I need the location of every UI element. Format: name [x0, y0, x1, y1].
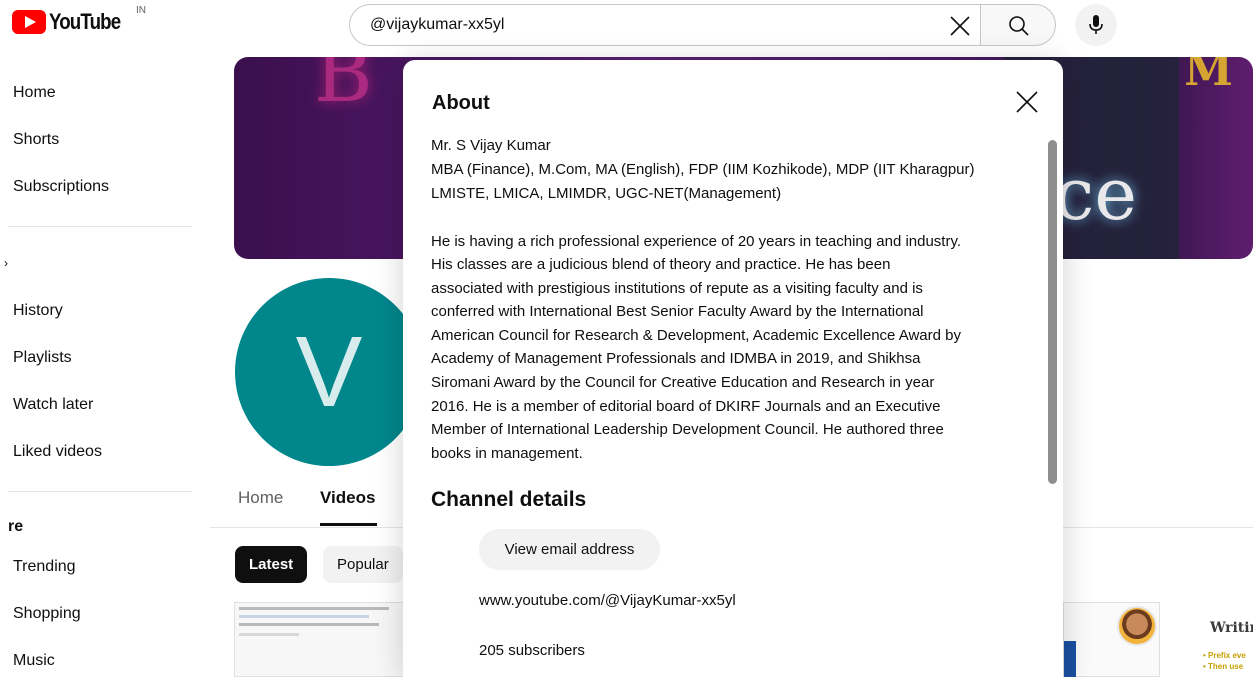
- channel-url[interactable]: www.youtube.com/@VijayKumar-xx5yl: [479, 592, 736, 609]
- youtube-logo[interactable]: YouTube IN: [12, 5, 146, 35]
- description-line: associated with prestigious institutions…: [431, 280, 923, 297]
- search-query[interactable]: @vijaykumar-xx5yl: [370, 16, 504, 34]
- dialog-scrollbar[interactable]: [1048, 140, 1057, 484]
- sidebar-item-home[interactable]: Home: [0, 73, 200, 113]
- sidebar-item-liked-videos[interactable]: Liked videos: [0, 432, 200, 472]
- active-tab-indicator: [320, 523, 377, 526]
- chevron-right-icon[interactable]: ›: [4, 256, 8, 270]
- chip-popular[interactable]: Popular: [323, 546, 403, 583]
- description-line: LMISTE, LMICA, LMIMDR, UGC-NET(Managemen…: [431, 185, 782, 202]
- sidebar-item-shopping[interactable]: Shopping: [0, 594, 200, 634]
- sidebar-item-playlists[interactable]: Playlists: [0, 338, 200, 378]
- voice-search-button[interactable]: [1075, 4, 1117, 46]
- tab-videos[interactable]: Videos: [320, 488, 375, 508]
- thumbnail-text: • Then use: [1203, 662, 1244, 671]
- video-thumbnail[interactable]: Writir • Prefix eve • Then use: [1180, 602, 1253, 677]
- sidebar-item-subscriptions[interactable]: Subscriptions: [0, 167, 200, 207]
- top-bar: YouTube IN @vijaykumar-xx5yl: [0, 0, 1253, 50]
- thumbnail-text: • Prefix eve: [1203, 651, 1246, 660]
- chip-latest[interactable]: Latest: [235, 546, 308, 583]
- description-line: Academy of Management Professionals and …: [431, 350, 921, 367]
- banner-graphic-left: B: [314, 57, 373, 120]
- sidebar-divider: [8, 226, 192, 227]
- sidebar-item-music[interactable]: Music: [0, 641, 200, 677]
- description-line: MBA (Finance), M.Com, MA (English), FDP …: [431, 161, 975, 178]
- video-thumbnail[interactable]: [234, 602, 404, 677]
- view-email-button[interactable]: View email address: [479, 529, 660, 570]
- close-icon[interactable]: [1013, 88, 1041, 116]
- region-code: IN: [136, 5, 146, 16]
- logo-text: YouTube: [49, 9, 121, 34]
- description-line: conferred with International Best Senior…: [431, 303, 924, 320]
- avatar-letter: V: [295, 315, 363, 428]
- sidebar-section-explore: re: [8, 518, 24, 535]
- description-line: He is having a rich professional experie…: [431, 233, 962, 250]
- clear-search-icon[interactable]: [947, 13, 973, 39]
- description-line: Siromani Award by the Council for Creati…: [431, 374, 935, 391]
- presenter-avatar: [1117, 606, 1157, 646]
- channel-details-heading: Channel details: [431, 488, 587, 511]
- dialog-title: About: [432, 92, 490, 114]
- youtube-play-icon: [12, 10, 46, 34]
- search-icon: [1009, 16, 1029, 36]
- thumbnail-stripe: [1064, 641, 1076, 677]
- about-dialog: About Mr. S Vijay Kumar MBA (Finance), M…: [403, 60, 1063, 677]
- search-button[interactable]: [980, 4, 1056, 46]
- sidebar: Home Shorts Subscriptions › History Play…: [0, 50, 200, 677]
- subscriber-count: 205 subscribers: [479, 642, 585, 659]
- sidebar-item-watch-later[interactable]: Watch later: [0, 385, 200, 425]
- tab-home[interactable]: Home: [238, 488, 283, 508]
- sidebar-item-history[interactable]: History: [0, 291, 200, 331]
- search-input[interactable]: @vijaykumar-xx5yl: [349, 4, 981, 46]
- description-line: Mr. S Vijay Kumar: [431, 137, 551, 154]
- description-line: books in management.: [431, 445, 583, 462]
- description-line: 2016. He is a member of editorial board …: [431, 398, 941, 415]
- banner-graphic-right: ce: [1054, 152, 1137, 236]
- description-line: Member of International Leadership Devel…: [431, 421, 944, 438]
- sidebar-divider: [8, 491, 192, 492]
- banner-graphic-gold: M: [1184, 57, 1233, 96]
- thumbnail-title: Writir: [1210, 620, 1253, 636]
- description-line: American Council for Research & Developm…: [431, 327, 961, 344]
- microphone-icon: [1089, 15, 1103, 34]
- description-line: His classes are a judicious blend of the…: [431, 256, 891, 273]
- sidebar-item-shorts[interactable]: Shorts: [0, 120, 200, 160]
- channel-avatar[interactable]: V: [235, 278, 423, 466]
- sidebar-item-trending[interactable]: Trending: [0, 547, 200, 587]
